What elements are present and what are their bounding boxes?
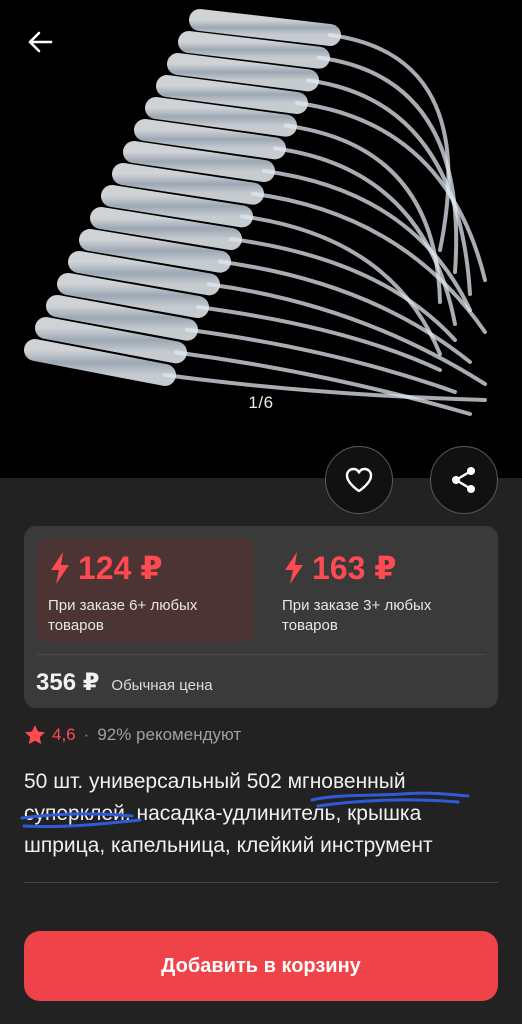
regular-price-value: 356 ₽ xyxy=(36,669,100,696)
rating-value: 4,6 xyxy=(52,724,76,744)
rating-separator: · xyxy=(83,724,90,744)
price-card: 124 ₽ При заказе 6+ любых товаров 163 ₽ … xyxy=(24,526,498,708)
lightning-icon xyxy=(285,552,303,584)
regular-price-label: Обычная цена xyxy=(111,677,213,694)
section-divider xyxy=(24,882,498,883)
price-divider xyxy=(36,654,486,655)
star-icon xyxy=(25,725,45,745)
arrow-left-icon xyxy=(28,31,53,53)
product-gallery[interactable]: 1/6 xyxy=(0,0,522,478)
back-button[interactable] xyxy=(16,22,64,62)
rating-row[interactable]: 4,6 · 92% рекомендуют xyxy=(24,724,241,745)
tier-price-value: 124 ₽ xyxy=(78,550,163,586)
lightning-icon xyxy=(51,552,69,584)
tier-price-value: 163 ₽ xyxy=(312,550,397,586)
tier-condition: При заказе 3+ любых товаров xyxy=(282,597,432,634)
price-tier-2[interactable]: 163 ₽ При заказе 3+ любых товаров xyxy=(270,538,488,642)
price-tier-1[interactable]: 124 ₽ При заказе 6+ любых товаров xyxy=(36,538,254,642)
regular-price: 356 ₽ Обычная цена xyxy=(36,668,213,697)
share-icon xyxy=(452,467,475,493)
tier-condition: При заказе 6+ любых товаров xyxy=(48,597,198,634)
product-title: 50 шт. универсальный 502 мгновенный супе… xyxy=(24,770,433,857)
heart-icon xyxy=(345,467,373,493)
add-to-cart-button[interactable]: Добавить в корзину xyxy=(24,931,498,1001)
share-button[interactable] xyxy=(430,446,498,514)
favorite-button[interactable] xyxy=(325,446,393,514)
image-counter: 1/6 xyxy=(248,393,274,412)
recommend-percentage: 92% рекомендуют xyxy=(97,724,242,744)
